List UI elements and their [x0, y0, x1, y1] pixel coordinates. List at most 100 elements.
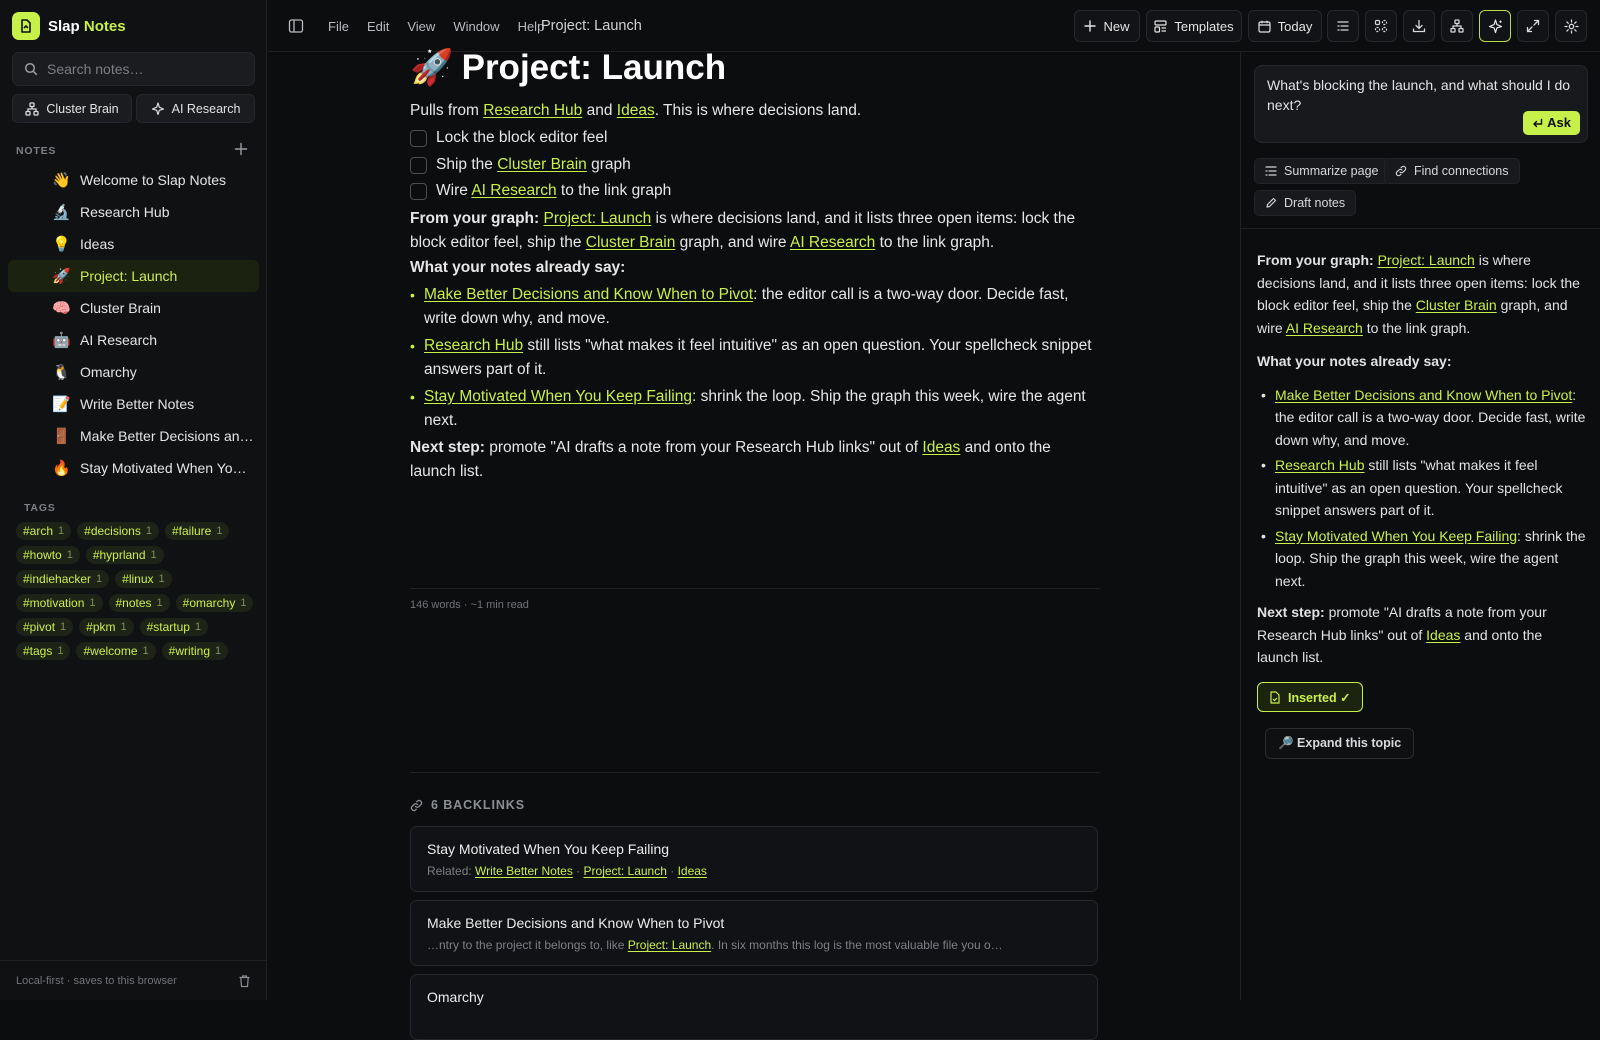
templates-icon	[1154, 19, 1167, 33]
link-project-launch[interactable]: Project: Launch	[543, 210, 651, 227]
trash-icon[interactable]	[238, 974, 251, 988]
menu-edit[interactable]: Edit	[367, 19, 389, 34]
backlink-card[interactable]: Stay Motivated When You Keep Failing Rel…	[410, 826, 1098, 892]
link-project-launch[interactable]: Project: Launch	[584, 864, 667, 878]
tag-chip[interactable]: #notes 1	[108, 594, 170, 612]
link-ai-research[interactable]: AI Research	[1286, 320, 1363, 336]
link-make-better-decisions[interactable]: Make Better Decisions and Know When to P…	[1275, 387, 1572, 403]
menu-bar: File Edit View Window Help	[328, 0, 544, 52]
link-write-better-notes[interactable]: Write Better Notes	[475, 864, 573, 878]
blocks-button[interactable]	[1365, 10, 1397, 42]
expand-button[interactable]	[1517, 10, 1549, 42]
note-item-cluster-brain[interactable]: 🧠 Cluster Brain	[8, 292, 259, 324]
note-item-stay-motivated[interactable]: 🔥 Stay Motivated When You Keep Failing	[8, 452, 259, 484]
find-connections-chip[interactable]: Find connections	[1384, 158, 1520, 184]
tag-chip[interactable]: #tags 1	[16, 642, 71, 660]
note-item-ideas[interactable]: 💡 Ideas	[8, 228, 259, 260]
tag-chip[interactable]: #failure 1	[164, 522, 230, 540]
list-item: Stay Motivated When You Keep Failing: sh…	[410, 385, 1100, 433]
note-item-project-launch[interactable]: 🚀 Project: Launch	[8, 260, 259, 292]
note-item-make-better-decisions[interactable]: 🚪 Make Better Decisions and Know When to …	[8, 420, 259, 452]
add-note-icon[interactable]	[234, 142, 248, 156]
divider	[410, 588, 1100, 589]
note-item-ai-research[interactable]: 🤖 AI Research	[8, 324, 259, 356]
tag-chip[interactable]: #pivot 1	[16, 618, 74, 636]
ai-research-button[interactable]: AI Research	[136, 94, 255, 123]
link-research-hub[interactable]: Research Hub	[424, 337, 523, 354]
note-item-omarchy[interactable]: 🐧 Omarchy	[8, 356, 259, 388]
tag-chip[interactable]: #writing 1	[161, 642, 229, 660]
outline-button[interactable]	[1327, 10, 1359, 42]
page-title-text: Project: Launch	[461, 48, 727, 87]
menu-view[interactable]: View	[407, 19, 435, 34]
brand-name-second: Notes	[83, 17, 126, 35]
link-ai-research[interactable]: AI Research	[471, 182, 556, 199]
tag-chip[interactable]: #linux 1	[115, 570, 172, 588]
link-ai-research[interactable]: AI Research	[790, 234, 875, 251]
tag-chip[interactable]: #omarchy 1	[175, 594, 254, 612]
tag-chip[interactable]: #motivation 1	[16, 594, 103, 612]
backlink-card[interactable]: Omarchy	[410, 974, 1098, 1040]
link-ideas[interactable]: Ideas	[678, 864, 707, 878]
tag-chip[interactable]: #decisions 1	[77, 522, 159, 540]
link-stay-motivated[interactable]: Stay Motivated When You Keep Failing	[424, 388, 692, 405]
note-item-research-hub[interactable]: 🔬 Research Hub	[8, 196, 259, 228]
search-box[interactable]	[12, 52, 255, 86]
brand[interactable]: Slap Notes	[12, 12, 126, 40]
new-note-button[interactable]: New	[1074, 10, 1140, 42]
page-title[interactable]: 🚀 Project: Launch	[410, 48, 726, 88]
search-input[interactable]	[47, 61, 247, 77]
graph-view-button[interactable]	[1441, 10, 1473, 42]
inserted-button[interactable]: Inserted ✓	[1257, 682, 1363, 712]
tag-chip[interactable]: #indiehacker 1	[16, 570, 110, 588]
outline-icon	[1336, 19, 1350, 33]
backlink-card[interactable]: Make Better Decisions and Know When to P…	[410, 900, 1098, 966]
menu-window[interactable]: Window	[453, 19, 499, 34]
menu-file[interactable]: File	[328, 19, 349, 34]
note-item-welcome[interactable]: 👋 Welcome to Slap Notes	[8, 164, 259, 196]
draft-notes-chip[interactable]: Draft notes	[1254, 190, 1357, 216]
templates-button[interactable]: Templates	[1146, 10, 1242, 42]
download-icon	[1412, 19, 1426, 33]
link-ideas[interactable]: Ideas	[617, 102, 655, 119]
cluster-brain-button[interactable]: Cluster Brain	[12, 94, 132, 123]
tag-chip[interactable]: #welcome 1	[76, 642, 156, 660]
tags-section-label: TAGS	[24, 502, 56, 514]
link-stay-motivated[interactable]: Stay Motivated When You Keep Failing	[1275, 528, 1517, 544]
plus-icon	[1084, 20, 1097, 32]
link-ideas[interactable]: Ideas	[1426, 627, 1460, 643]
tag-chip[interactable]: #arch 1	[16, 522, 72, 540]
top-bar: File Edit View Window Help Project: Laun…	[268, 0, 1600, 52]
settings-button[interactable]	[1555, 10, 1587, 42]
download-button[interactable]	[1403, 10, 1435, 42]
tag-chip[interactable]: #howto 1	[16, 546, 80, 564]
ai-assistant-button[interactable]	[1479, 10, 1511, 42]
summarize-page-chip[interactable]: Summarize page	[1254, 158, 1390, 184]
file-check-icon	[1269, 690, 1281, 704]
checkbox[interactable]	[410, 129, 427, 147]
cluster-brain-label: Cluster Brain	[46, 101, 119, 116]
tag-chip[interactable]: #pkm 1	[79, 618, 134, 636]
divider	[1241, 228, 1600, 229]
ask-input[interactable]: What's blocking the launch, and what sho…	[1254, 65, 1588, 143]
link-ideas[interactable]: Ideas	[922, 439, 960, 456]
tag-chip[interactable]: #startup 1	[139, 618, 209, 636]
toggle-sidebar-icon[interactable]	[288, 18, 304, 34]
link-project-launch[interactable]: Project: Launch	[1378, 252, 1475, 268]
expand-topic-button[interactable]: 🔎 Expand this topic	[1265, 728, 1415, 759]
link-research-hub[interactable]: Research Hub	[1275, 457, 1365, 473]
ai-panel: What's blocking the launch, and what sho…	[1240, 52, 1600, 1000]
checkbox[interactable]	[410, 156, 427, 174]
ask-button[interactable]: Ask	[1523, 111, 1580, 135]
link-research-hub[interactable]: Research Hub	[483, 102, 582, 119]
link-cluster-brain[interactable]: Cluster Brain	[497, 156, 587, 173]
link-make-better-decisions[interactable]: Make Better Decisions and Know When to P…	[424, 286, 753, 303]
tag-chip[interactable]: #hyprland 1	[85, 546, 164, 564]
link-cluster-brain[interactable]: Cluster Brain	[1416, 297, 1497, 313]
link-cluster-brain[interactable]: Cluster Brain	[586, 234, 676, 251]
link-project-launch[interactable]: Project: Launch	[628, 938, 711, 952]
note-title: Stay Motivated When You Keep Failing	[80, 460, 254, 476]
today-button[interactable]: Today	[1248, 10, 1322, 42]
checkbox[interactable]	[410, 182, 427, 200]
note-item-write-better-notes[interactable]: 📝 Write Better Notes	[8, 388, 259, 420]
